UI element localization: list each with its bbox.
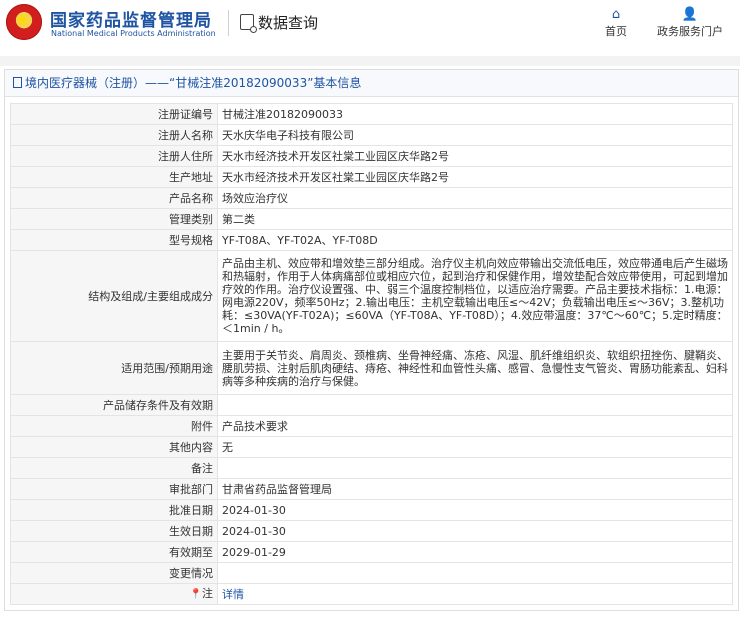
field-value: 第二类 — [217, 208, 733, 230]
field-value — [217, 457, 733, 479]
field-value: 产品由主机、效应带和增效垫三部分组成。治疗仪主机向效应带输出交流低电压，效应带通… — [217, 250, 733, 342]
field-label: 注册证编号 — [10, 103, 218, 125]
user-icon: 👤 — [681, 7, 699, 22]
field-label: 备注 — [10, 457, 218, 479]
table-row: 有效期至 2029-01-29 — [10, 541, 733, 563]
nav-home[interactable]: ⌂ 首页 — [600, 6, 632, 39]
field-label: 其他内容 — [10, 436, 218, 458]
field-label: 附件 — [10, 415, 218, 437]
table-row: 备注 — [10, 457, 733, 479]
nav-home-label: 首页 — [605, 25, 627, 38]
field-label: 注册人住所 — [10, 145, 218, 167]
table-row: 注册人住所 天水市经济技术开发区社棠工业园区庆华路2号 — [10, 145, 733, 167]
field-value: 产品技术要求 — [217, 415, 733, 437]
note-label: 注 — [202, 587, 213, 600]
field-label: 型号规格 — [10, 229, 218, 251]
detail-table: 注册证编号 甘械注准20182090033 注册人名称 天水庆华电子科技有限公司 注… — [10, 103, 733, 605]
field-label: 变更情况 — [10, 562, 218, 584]
field-label: 适用范围/预期用途 — [10, 341, 218, 395]
field-value: 天水市经济技术开发区社棠工业园区庆华路2号 — [217, 166, 733, 188]
table-row: 适用范围/预期用途 主要用于关节炎、肩周炎、颈椎病、坐骨神经痛、冻疮、风湿、肌纤维… — [10, 341, 733, 395]
field-value: 2024-01-30 — [217, 499, 733, 521]
field-value: 2029-01-29 — [217, 541, 733, 563]
field-label: 📍注 — [10, 583, 218, 605]
table-row: 📍注 详情 — [10, 583, 733, 605]
table-row: 其他内容无 — [10, 436, 733, 458]
field-value: 天水庆华电子科技有限公司 — [217, 124, 733, 146]
home-icon: ⌂ — [611, 7, 621, 22]
table-row: 型号规格 YF-T08A、YF-T02A、YF-T08D — [10, 229, 733, 251]
field-label: 有效期至 — [10, 541, 218, 563]
nav-service-portal[interactable]: 👤 政务服务门户 — [652, 6, 728, 39]
field-value: 甘械注准20182090033 — [217, 103, 733, 125]
field-value: YF-T08A、YF-T02A、YF-T08D — [217, 229, 733, 251]
detail-panel: 境内医疗器械（注册）——“甘械注准20182090033”基本信息 注册证编号甘… — [4, 69, 739, 611]
field-label: 批准日期 — [10, 499, 218, 521]
field-value: 无 — [217, 436, 733, 458]
field-value — [217, 394, 733, 416]
national-emblem-logo — [6, 4, 42, 40]
field-value: 详情 — [217, 583, 733, 605]
field-label: 生效日期 — [10, 520, 218, 542]
data-query-label: 数据查询 — [258, 14, 319, 32]
table-row: 产品名称 场效应治疗仪 — [10, 187, 733, 209]
details-link[interactable]: 详情 — [222, 588, 244, 601]
field-label: 结构及组成/主要组成成分 — [10, 250, 218, 342]
site-header: 国家药品监督管理局 National Medical Products Admi… — [0, 0, 740, 50]
table-row: 审批部门 甘肃省药品监督管理局 — [10, 478, 733, 500]
table-row: 附件 产品技术要求 — [10, 415, 733, 437]
brand-name-cn: 国家药品监督管理局 — [50, 11, 212, 31]
pin-icon: 📍 — [189, 589, 202, 600]
field-value — [217, 562, 733, 584]
panel-title: 境内医疗器械（注册）——“甘械注准20182090033”基本信息 — [5, 70, 738, 97]
header-band — [0, 56, 740, 66]
field-label: 产品名称 — [10, 187, 218, 209]
field-value: 主要用于关节炎、肩周炎、颈椎病、坐骨神经痛、冻疮、风湿、肌纤维组织炎、软组织扭挫… — [217, 341, 733, 395]
table-row: 生产地址 天水市经济技术开发区社棠工业园区庆华路2号 — [10, 166, 733, 188]
field-value: 甘肃省药品监督管理局 — [217, 478, 733, 500]
document-icon — [13, 77, 22, 88]
field-label: 注册人名称 — [10, 124, 218, 146]
data-query-icon — [240, 14, 257, 33]
table-row: 变更情况 — [10, 562, 733, 584]
field-value: 天水市经济技术开发区社棠工业园区庆华路2号 — [217, 145, 733, 167]
table-row: 注册证编号 甘械注准20182090033 — [10, 103, 733, 125]
field-label: 生产地址 — [10, 166, 218, 188]
table-row: 注册人名称 天水庆华电子科技有限公司 — [10, 124, 733, 146]
table-row: 产品储存条件及有效期 — [10, 394, 733, 416]
table-row: 结构及组成/主要组成成分 产品由主机、效应带和增效垫三部分组成。治疗仪主机向效应带… — [10, 250, 733, 342]
brand-name-en: National Medical Products Administration — [51, 29, 216, 38]
field-label: 管理类别 — [10, 208, 218, 230]
table-row: 管理类别 第二类 — [10, 208, 733, 230]
header-divider — [228, 10, 229, 36]
nav-service-label: 政务服务门户 — [657, 25, 723, 38]
field-value: 2024-01-30 — [217, 520, 733, 542]
field-label: 产品储存条件及有效期 — [10, 394, 218, 416]
data-query-title[interactable]: 数据查询 — [240, 12, 318, 33]
field-value: 场效应治疗仪 — [217, 187, 733, 209]
table-row: 批准日期 2024-01-30 — [10, 499, 733, 521]
field-label: 审批部门 — [10, 478, 218, 500]
panel-title-text: 境内医疗器械（注册）——“甘械注准20182090033”基本信息 — [25, 76, 362, 90]
table-row: 生效日期 2024-01-30 — [10, 520, 733, 542]
